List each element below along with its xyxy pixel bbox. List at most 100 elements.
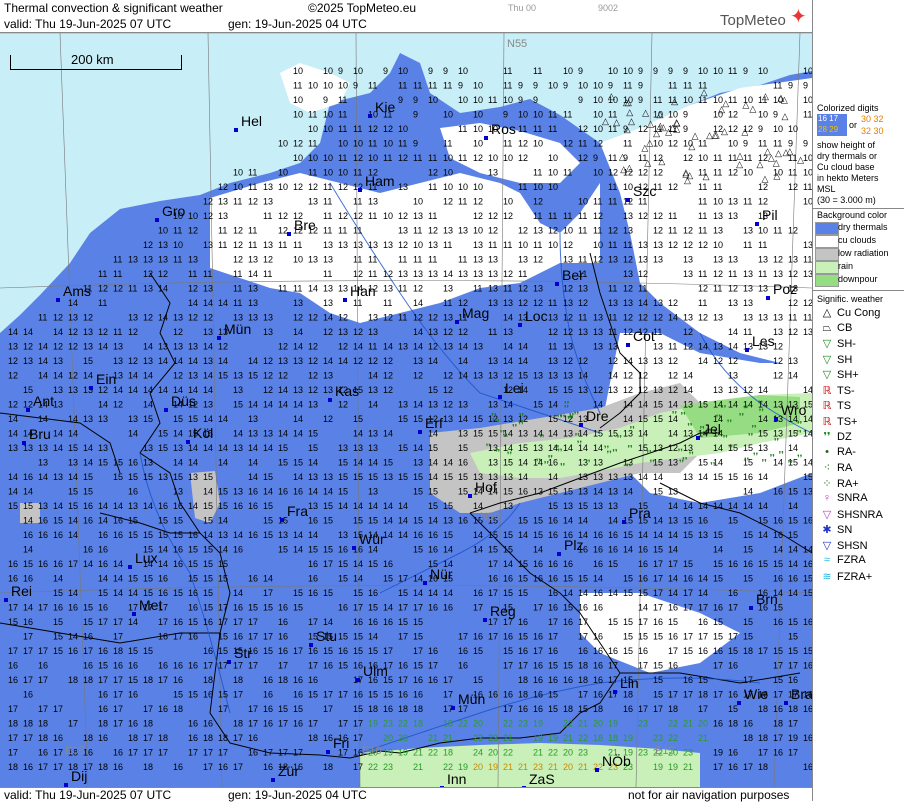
city-label: Han bbox=[343, 283, 376, 302]
thermal-digit: 15 bbox=[428, 487, 438, 497]
thermal-digit: 15 bbox=[548, 690, 558, 700]
thermal-digit: 19 bbox=[788, 733, 798, 743]
thermal-digit: 14 bbox=[203, 342, 213, 352]
thermal-digit: 12 bbox=[608, 168, 618, 178]
thermal-digit: 11 bbox=[698, 211, 707, 221]
thermal-digit: 19 bbox=[533, 719, 543, 729]
thermal-digit: 14 bbox=[668, 574, 678, 584]
thermal-digit: 13 bbox=[53, 400, 63, 410]
city-label: Wür bbox=[352, 531, 385, 550]
thermal-digit: 13 bbox=[668, 487, 678, 497]
cu-congestus-symbol: △ bbox=[624, 124, 631, 134]
thermal-digit: 16 bbox=[383, 704, 393, 714]
city-name: Kas bbox=[335, 383, 360, 399]
thermal-digit: 15 bbox=[443, 472, 453, 482]
legend-wx-label: SN bbox=[837, 524, 853, 536]
thermal-digit: 17 bbox=[353, 762, 363, 772]
thermal-digit: 10 bbox=[608, 66, 618, 76]
thermal-digit: 11 bbox=[608, 197, 617, 207]
thermal-digit: 9 bbox=[338, 66, 343, 76]
thermal-digit: 16 bbox=[368, 617, 378, 627]
city-marker-icon bbox=[451, 706, 455, 710]
thermal-digit: 14 bbox=[578, 516, 588, 526]
thermal-digit: 13 bbox=[143, 458, 153, 468]
thermal-digit: 15 bbox=[653, 675, 663, 685]
thermal-digit: 11 bbox=[803, 110, 812, 120]
thermal-digit: 17 bbox=[548, 632, 558, 642]
thermal-digit: 13 bbox=[368, 313, 378, 323]
thermal-digit: 15 bbox=[563, 603, 573, 613]
thermal-digit: 16 bbox=[773, 574, 783, 584]
thermal-digit: 13 bbox=[263, 182, 273, 192]
thermal-digit: 14 bbox=[218, 443, 228, 453]
thermal-digit: 17 bbox=[638, 704, 648, 714]
thermal-digit: 13 bbox=[608, 298, 618, 308]
thermal-digit: 10 bbox=[308, 124, 318, 134]
thermal-digit: 12 bbox=[593, 255, 603, 265]
thermal-digit: 11 bbox=[728, 269, 737, 279]
city-marker-icon bbox=[745, 348, 749, 352]
thermal-digit: 12 bbox=[698, 240, 708, 250]
thermal-digit: 12 bbox=[638, 269, 648, 279]
thermal-digit: 21 bbox=[563, 733, 573, 743]
thermal-digit: 12 bbox=[383, 313, 393, 323]
thermal-digit: 12 bbox=[428, 313, 438, 323]
drizzle-symbol: ❜❜ bbox=[626, 463, 631, 472]
thermal-digit: 22 bbox=[368, 762, 378, 772]
thermal-digit: 14 bbox=[518, 342, 528, 352]
forecast-map[interactable]: 10 10 9 10 9 10 9 9 10 11 11 10 9 10 10 9 9 9 9 10 10 11 9 10 10… bbox=[0, 33, 812, 787]
thermal-digit: 13 bbox=[563, 371, 573, 381]
thermal-digit: 11 bbox=[608, 313, 617, 323]
thermal-digit: 17 bbox=[263, 748, 273, 758]
legend-wx-item: ⏢ CB bbox=[817, 322, 853, 336]
city-name: Bra bbox=[791, 686, 812, 702]
thermal-digit: 10 bbox=[548, 182, 558, 192]
thermal-digit: 14 bbox=[563, 516, 573, 526]
thermal-digit: 15 bbox=[308, 443, 318, 453]
thermal-digit: 14 bbox=[503, 356, 513, 366]
thermal-digit: 16 bbox=[533, 675, 543, 685]
thermal-digit: 13 bbox=[413, 356, 423, 366]
thermal-digit: 12 bbox=[773, 371, 783, 381]
thermal-digit: 23 bbox=[578, 748, 588, 758]
thermal-digit: 15 bbox=[368, 472, 378, 482]
thermal-digit: 16 bbox=[188, 661, 198, 671]
thermal-digit: 12 bbox=[383, 124, 393, 134]
thermal-digit: 10 bbox=[383, 211, 393, 221]
thermal-digit: 13 bbox=[533, 284, 543, 294]
thermal-digit: 14 bbox=[293, 545, 303, 555]
thermal-digit: 11 bbox=[758, 240, 767, 250]
thermal-digit: 18 bbox=[83, 675, 93, 685]
thermal-digit: 14 bbox=[53, 443, 63, 453]
thermal-digit: 14 bbox=[623, 414, 633, 424]
thermal-digit: 10 bbox=[323, 124, 333, 134]
legend-swatch bbox=[815, 248, 839, 261]
city-marker-icon bbox=[784, 701, 788, 705]
thermal-digit: 13 bbox=[653, 356, 663, 366]
thermal-digit: 11 bbox=[743, 197, 752, 207]
cu-congestus-symbol: △ bbox=[647, 118, 654, 128]
city-name: Plz bbox=[564, 537, 584, 553]
thermal-digit: 15 bbox=[578, 574, 588, 584]
thermal-digit: 21 bbox=[413, 762, 423, 772]
thermal-digit: 17 bbox=[533, 603, 543, 613]
city-label: Erf bbox=[418, 415, 443, 434]
thermal-digit: 13 bbox=[638, 255, 648, 265]
thermal-digit: 17 bbox=[653, 588, 663, 598]
city-name: Fri bbox=[333, 735, 350, 751]
thermal-digit: 17 bbox=[713, 661, 723, 671]
thermal-digit: 17 bbox=[248, 617, 258, 627]
thermal-digit: 22 bbox=[503, 748, 513, 758]
thermal-digit: 14 bbox=[308, 458, 318, 468]
thermal-digit: 19 bbox=[488, 762, 498, 772]
thermal-digit: 16 bbox=[8, 574, 18, 584]
thermal-digit: 10 bbox=[653, 139, 663, 149]
thermal-digit: 16 bbox=[293, 487, 303, 497]
thermal-digit: 13 bbox=[563, 298, 573, 308]
thermal-digit: 15 bbox=[368, 690, 378, 700]
thermal-digit: 17 bbox=[353, 719, 363, 729]
thermal-digit: 14 bbox=[98, 574, 108, 584]
thermal-digit: 17 bbox=[158, 617, 168, 627]
thermal-digit: 15 bbox=[623, 588, 633, 598]
thermal-digit: 10 bbox=[533, 110, 543, 120]
